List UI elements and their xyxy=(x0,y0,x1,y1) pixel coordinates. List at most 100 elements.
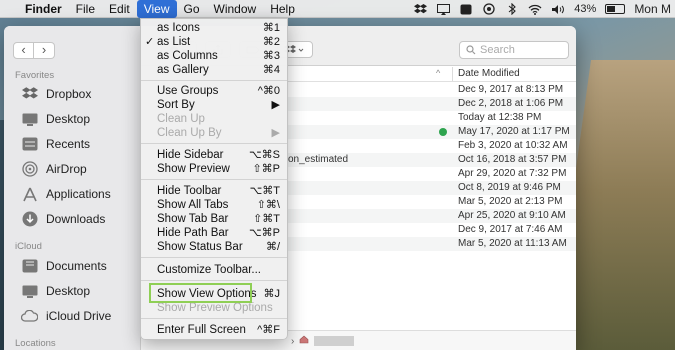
menu-item-hide-sidebar[interactable]: Hide Sidebar ⌥⌘S xyxy=(141,148,287,162)
back-button[interactable]: ‹ xyxy=(13,42,34,59)
clock[interactable]: Mon M xyxy=(634,2,671,16)
sidebar-section-locations: Locations xyxy=(15,338,56,349)
menu-item-clean-up-by: Clean Up By ▶ xyxy=(157,127,280,139)
row-date: May 17, 2020 at 1:17 PM xyxy=(458,126,570,137)
menu-item-show-preview-options: Show Preview Options xyxy=(157,302,273,314)
menu-edit[interactable]: Edit xyxy=(102,0,137,18)
menu-go[interactable]: Go xyxy=(177,0,207,18)
sidebar-item-icloud-desktop[interactable]: Desktop xyxy=(21,281,90,301)
sidebar-item-label: Documents xyxy=(46,259,107,273)
row-date: Dec 9, 2017 at 7:46 AM xyxy=(458,224,563,235)
redacted-path-segment[interactable] xyxy=(314,336,355,346)
screen-mirror-icon[interactable] xyxy=(436,3,450,15)
menu-item-show-all-tabs[interactable]: Show All Tabs ⇧⌘\ xyxy=(141,198,287,212)
sidebar-section-icloud: iCloud xyxy=(15,241,42,252)
sidebar-item-applications[interactable]: Applications xyxy=(21,184,111,204)
sidebar-item-label: Applications xyxy=(46,187,111,201)
recents-icon xyxy=(21,137,38,152)
sidebar-item-documents[interactable]: Documents xyxy=(21,256,107,276)
sidebar-item-recents[interactable]: Recents xyxy=(21,134,90,154)
breadcrumb: › xyxy=(291,335,355,347)
cloud-icon xyxy=(21,309,38,324)
synced-status-icon xyxy=(439,128,447,136)
sidebar-item-label: Downloads xyxy=(46,212,106,226)
downloads-icon xyxy=(21,211,38,227)
menu-item-show-tab-bar[interactable]: Show Tab Bar ⇧⌘T xyxy=(141,212,287,226)
airdrop-icon xyxy=(21,161,38,177)
menu-file[interactable]: File xyxy=(69,0,102,18)
checkmark-icon: ✓ xyxy=(145,36,155,48)
sidebar-item-label: iCloud Drive xyxy=(46,309,112,323)
sidebar-item-label: Desktop xyxy=(46,112,91,126)
menu-window[interactable]: Window xyxy=(207,0,264,18)
vpn-icon[interactable] xyxy=(482,3,496,15)
wifi-icon[interactable] xyxy=(528,3,542,15)
sidebar-item-label: Recents xyxy=(46,137,91,151)
finder-window: ‹ › Favorites Dropbox Desktop Recents Ai… xyxy=(4,26,576,350)
sidebar-item-desktop[interactable]: Desktop xyxy=(21,109,90,129)
submenu-arrow-icon: ▶ xyxy=(271,99,280,111)
menu-separator xyxy=(141,80,287,81)
sidebar-item-airdrop[interactable]: AirDrop xyxy=(21,159,87,179)
menu-separator xyxy=(141,318,287,319)
menu-separator xyxy=(141,143,287,144)
desktop-icon xyxy=(21,112,38,127)
notification-icon[interactable] xyxy=(459,3,473,15)
date-modified-column-header[interactable]: Date Modified xyxy=(458,68,520,79)
menu-item-customize-toolbar[interactable]: Customize Toolbar... xyxy=(141,263,287,277)
menu-item-as-icons[interactable]: as Icons ⌘1 xyxy=(141,21,287,35)
menu-item-hide-path-bar[interactable]: Hide Path Bar ⌥⌘P xyxy=(141,226,287,240)
path-separator-icon: › xyxy=(291,335,295,347)
menu-separator xyxy=(141,179,287,180)
volume-icon[interactable] xyxy=(551,3,565,15)
menu-help[interactable]: Help xyxy=(263,0,302,18)
view-options-highlight-box xyxy=(149,283,252,303)
row-date: Feb 3, 2020 at 10:32 AM xyxy=(458,140,568,151)
menu-bar: Finder File Edit View Go Window Help 43%… xyxy=(0,0,675,18)
sidebar-item-label: Dropbox xyxy=(46,87,92,101)
forward-button[interactable]: › xyxy=(34,42,55,59)
menu-item-as-columns[interactable]: as Columns ⌘3 xyxy=(141,49,287,63)
row-name: on_estimated xyxy=(288,154,349,165)
menu-item-clean-up: Clean Up xyxy=(157,113,205,125)
status-area: 43% Mon M xyxy=(413,0,675,18)
view-menu: as Icons ⌘1 ✓ as List ⌘2 as Columns ⌘3 as Ga… xyxy=(140,18,288,340)
menu-item-sort-by[interactable]: Sort By ▶ xyxy=(141,98,287,112)
row-date: Today at 12:38 PM xyxy=(458,112,542,123)
bluetooth-icon[interactable] xyxy=(505,3,519,15)
sidebar-item-dropbox[interactable]: Dropbox xyxy=(21,84,91,104)
menu-item-show-status-bar[interactable]: Show Status Bar ⌘/ xyxy=(141,240,287,254)
row-date: Dec 2, 2018 at 1:06 PM xyxy=(458,98,564,109)
sidebar: ‹ › Favorites Dropbox Desktop Recents Ai… xyxy=(4,26,141,350)
nav-arrows: ‹ › xyxy=(13,42,55,59)
menu-finder[interactable]: Finder xyxy=(18,0,69,18)
sidebar-item-icloud-drive[interactable]: iCloud Drive xyxy=(21,306,111,326)
dropbox-icon xyxy=(21,87,38,102)
dropbox-status-icon[interactable] xyxy=(413,3,427,15)
menu-item-enter-full-screen[interactable]: Enter Full Screen ^⌘F xyxy=(141,323,287,337)
row-date: Mar 5, 2020 at 11:13 AM xyxy=(458,238,567,249)
home-folder-icon[interactable] xyxy=(299,335,309,347)
search-icon xyxy=(466,45,476,55)
menu-separator xyxy=(141,257,287,258)
submenu-arrow-icon: ▶ xyxy=(271,127,280,139)
sort-indicator-icon[interactable]: ^ xyxy=(436,68,440,78)
menu-item-as-gallery[interactable]: as Gallery ⌘4 xyxy=(141,63,287,77)
search-input[interactable]: Search xyxy=(459,41,569,59)
battery-percent[interactable]: 43% xyxy=(574,3,596,15)
row-date: Dec 9, 2017 at 8:13 PM xyxy=(458,84,564,95)
menu-item-as-list[interactable]: ✓ as List ⌘2 xyxy=(141,35,287,49)
battery-icon[interactable] xyxy=(605,4,626,14)
menu-item-hide-toolbar[interactable]: Hide Toolbar ⌥⌘T xyxy=(141,184,287,198)
documents-icon xyxy=(21,259,38,274)
sidebar-item-label: AirDrop xyxy=(46,162,87,176)
menu-item-show-preview[interactable]: Show Preview ⇧⌘P xyxy=(141,162,287,176)
apple-menu-icon[interactable] xyxy=(0,0,18,18)
menu-view[interactable]: View xyxy=(136,0,177,18)
menu-item-use-groups[interactable]: Use Groups ^⌘0 xyxy=(141,84,287,98)
sidebar-item-downloads[interactable]: Downloads xyxy=(21,209,105,229)
column-divider[interactable] xyxy=(452,67,453,81)
row-date: Apr 29, 2020 at 7:32 PM xyxy=(458,168,567,179)
menu-separator xyxy=(141,280,287,281)
sidebar-section-favorites: Favorites xyxy=(15,70,55,81)
